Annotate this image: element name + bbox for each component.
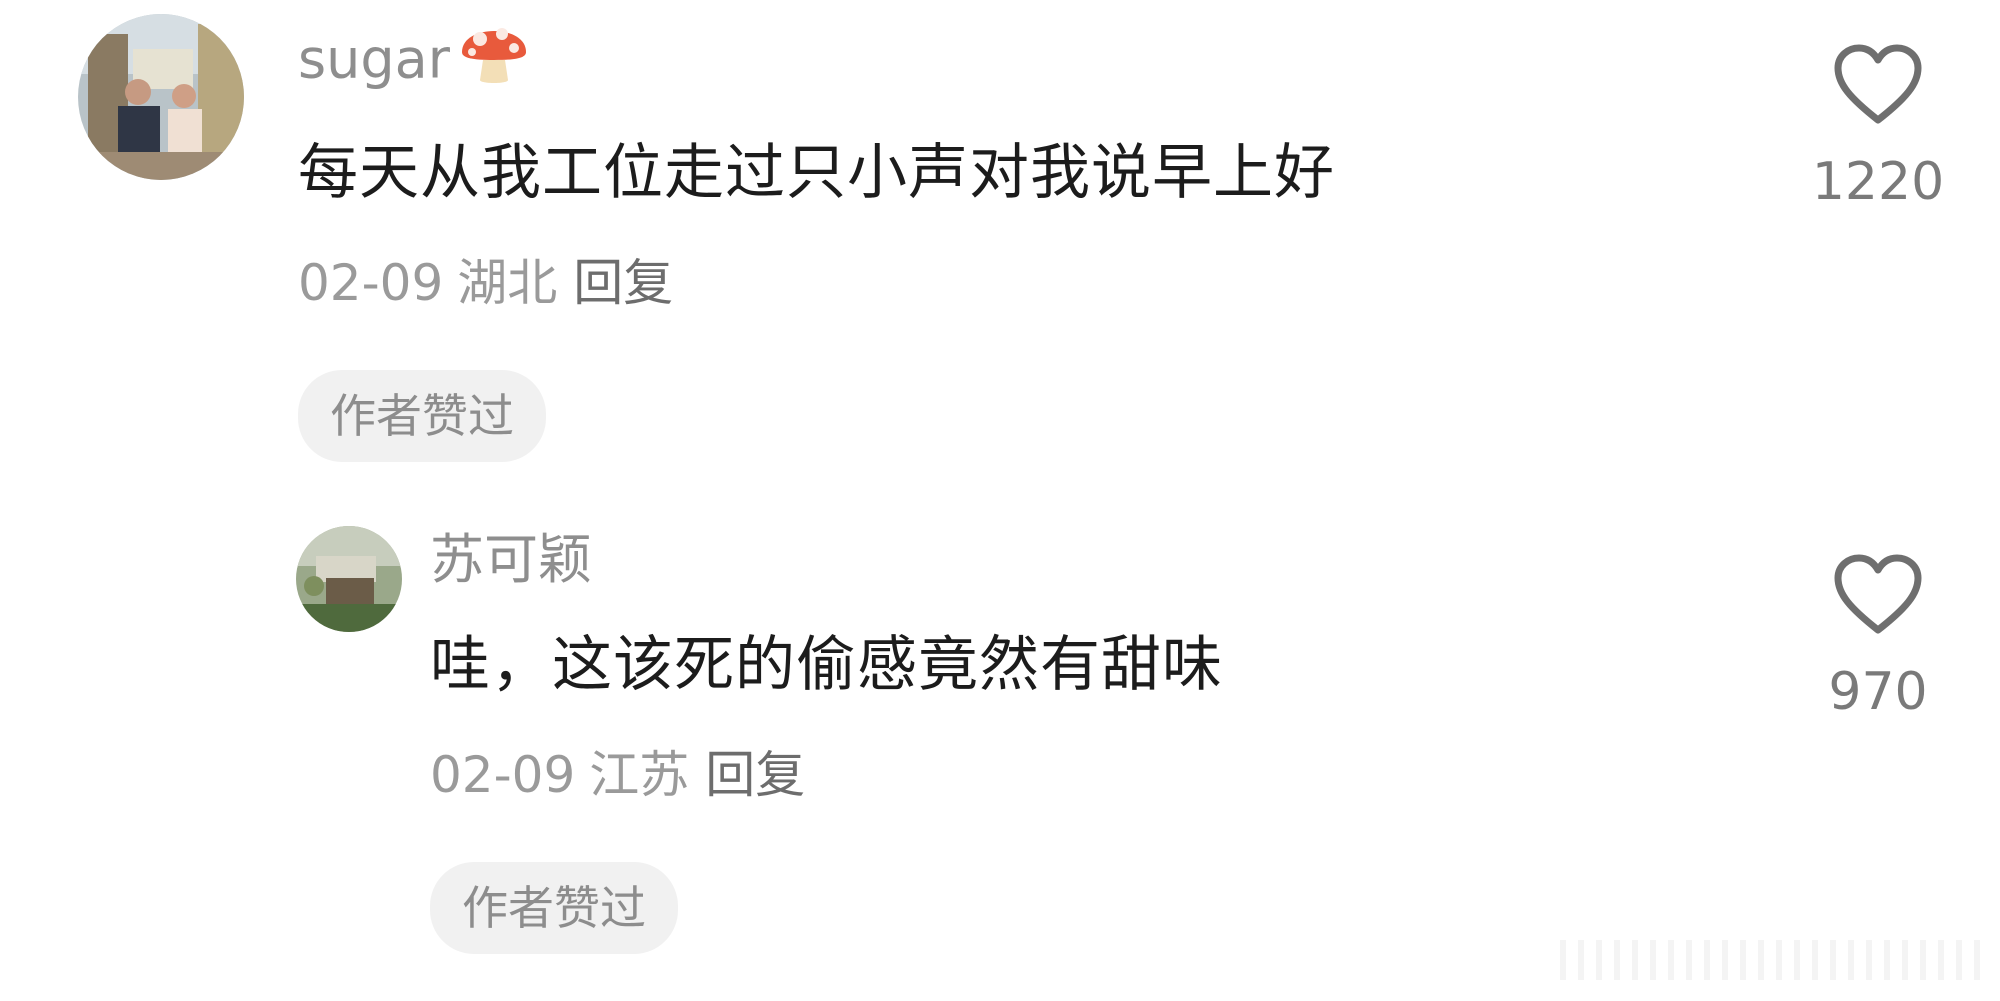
author-liked-badge: 作者赞过	[430, 862, 678, 954]
comment-location: 江苏	[589, 746, 690, 804]
comment-text: 每天从我工位走过只小声对我说早上好	[298, 138, 1335, 208]
username[interactable]: 苏可颖	[430, 530, 592, 590]
like-button[interactable]: 970	[1808, 550, 1948, 722]
mushroom-icon	[456, 14, 532, 98]
like-button[interactable]: 1220	[1808, 40, 1948, 212]
heart-icon[interactable]	[1830, 40, 1926, 130]
reply-item: 苏可颖 哇，这该死的偷感竟然有甜味 02-09 江苏 回复 作者赞过 970	[0, 470, 2000, 970]
reply-button[interactable]: 回复	[573, 254, 673, 312]
username[interactable]: sugar	[298, 28, 532, 98]
comment-item: sugar 每天从我工位走过只小声对我说早上好 02-09 湖北 回复 作者赞过 1…	[0, 0, 2000, 470]
comment-date: 02-09	[430, 746, 576, 804]
avatar[interactable]	[296, 526, 402, 632]
comment-meta: 02-09 江苏 回复	[430, 746, 805, 804]
avatar[interactable]	[78, 14, 244, 180]
comment-location: 湖北	[457, 254, 558, 312]
scroll-indicator	[1560, 940, 1980, 980]
comment-text: 哇，这该死的偷感竟然有甜味	[430, 630, 1223, 700]
heart-icon[interactable]	[1830, 550, 1926, 640]
author-liked-badge: 作者赞过	[298, 370, 546, 462]
comment-meta: 02-09 湖北 回复	[298, 254, 673, 312]
like-count: 970	[1828, 662, 1928, 722]
like-count: 1220	[1811, 152, 1945, 212]
reply-button[interactable]: 回复	[705, 746, 805, 804]
comment-date: 02-09	[298, 254, 444, 312]
